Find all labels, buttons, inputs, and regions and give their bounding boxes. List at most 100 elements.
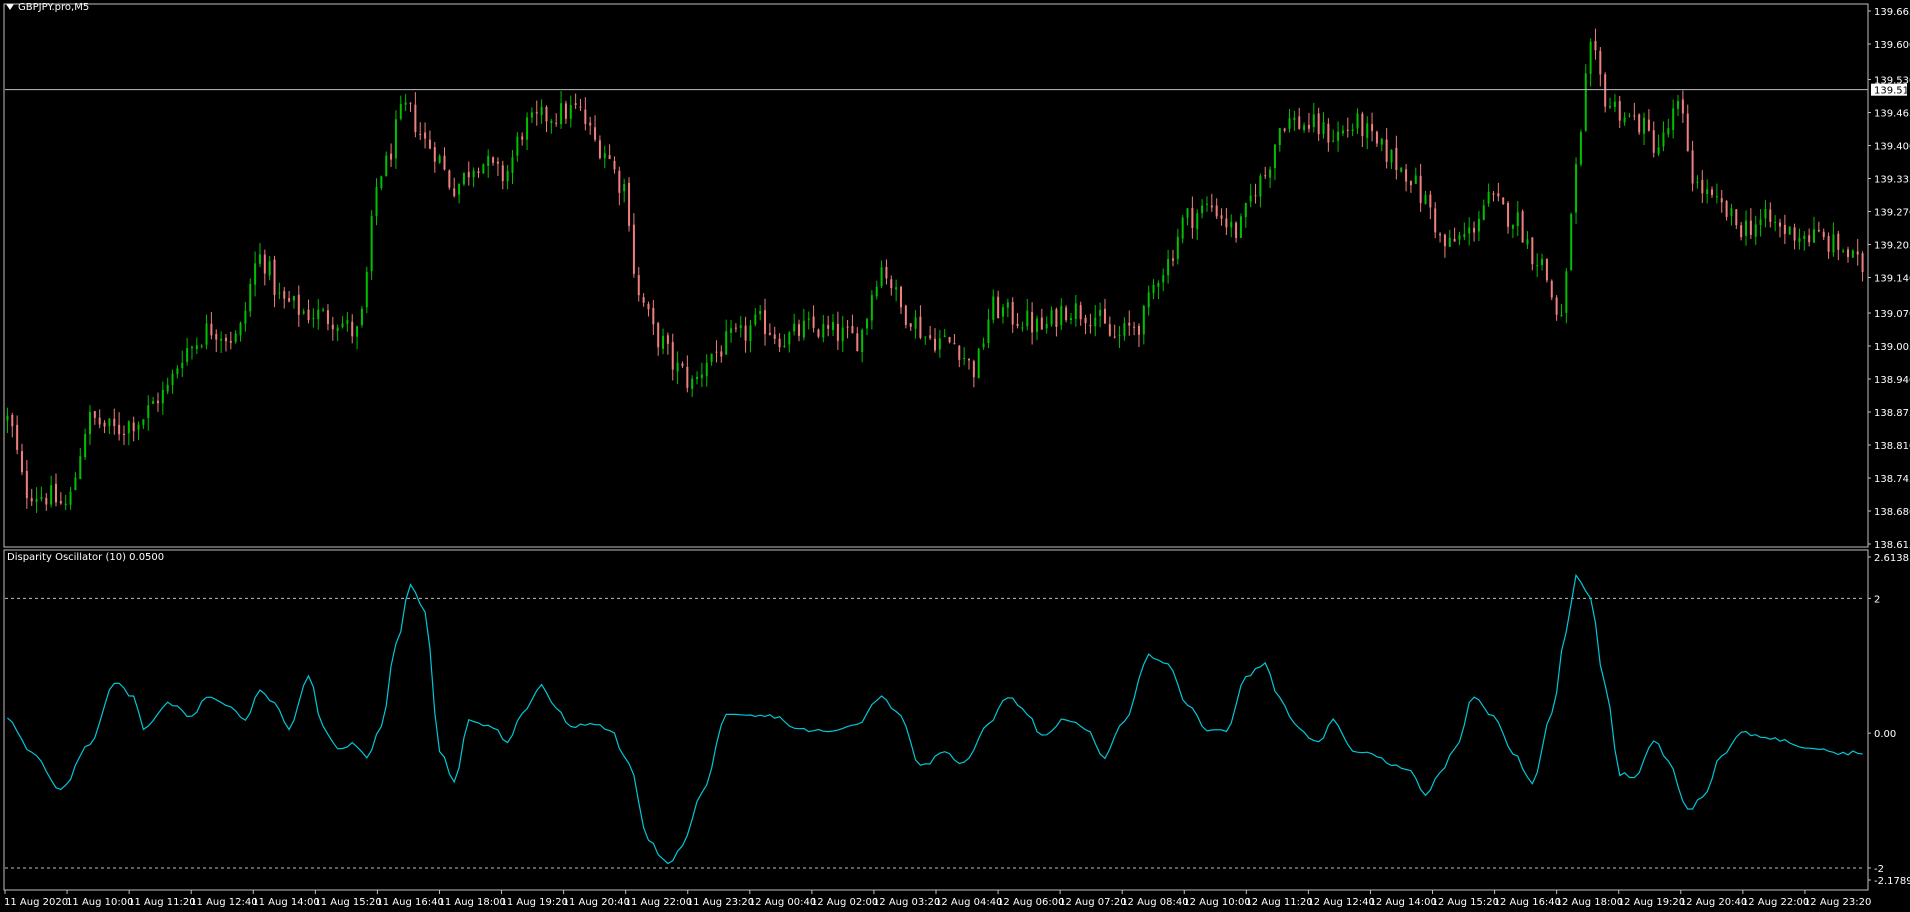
- candle-body: [938, 338, 941, 350]
- candle-body: [1798, 237, 1801, 242]
- candle-body: [982, 343, 985, 348]
- candle-body: [331, 324, 334, 330]
- price-tick-label: 139.140: [1874, 274, 1910, 285]
- candle-body: [1273, 144, 1276, 169]
- candle-body: [1497, 193, 1500, 197]
- candle-body: [487, 155, 490, 166]
- candle-body: [773, 334, 776, 339]
- chart-canvas[interactable]: 139.665139.600139.530139.465139.400139.3…: [0, 0, 1910, 912]
- candle-body: [1346, 129, 1349, 131]
- candle-body: [1380, 138, 1383, 145]
- candle-body: [1312, 114, 1315, 127]
- candle-body: [1487, 192, 1490, 204]
- price-tick-label: 138.680: [1874, 507, 1910, 518]
- candle-body: [79, 456, 82, 480]
- candle-body: [1215, 205, 1218, 217]
- candle-body: [516, 136, 519, 156]
- candle-body: [1351, 129, 1354, 132]
- candle-body: [851, 326, 854, 334]
- candle-body: [802, 320, 805, 338]
- candle-body: [589, 122, 592, 126]
- candle-body: [744, 325, 747, 341]
- time-tick-label: 12 Aug 15:20: [1432, 897, 1499, 908]
- candle-body: [749, 325, 752, 342]
- candle-body: [98, 417, 101, 425]
- candle-body: [1283, 128, 1286, 131]
- candle-body: [1220, 215, 1223, 219]
- candle-body: [1123, 323, 1126, 336]
- candle-body: [1647, 119, 1650, 131]
- candle-body: [564, 103, 567, 119]
- candle-body: [118, 424, 121, 435]
- candle-body: [1570, 214, 1573, 271]
- candle-body: [1740, 225, 1743, 238]
- candle-body: [1453, 238, 1456, 242]
- candle-body: [652, 307, 655, 325]
- candle-body: [1861, 253, 1864, 273]
- candle-body: [88, 411, 91, 435]
- candle-body: [817, 329, 820, 337]
- candle-body: [987, 319, 990, 343]
- candle-body: [929, 335, 932, 339]
- oscillator-tick-label: -2: [1874, 864, 1884, 875]
- candle-body: [953, 343, 956, 345]
- candle-body: [822, 324, 825, 338]
- candle-body: [84, 434, 87, 458]
- price-tick-label: 139.600: [1874, 40, 1910, 51]
- symbol-label[interactable]: GBPJPY.pro,M5: [6, 2, 89, 13]
- candle-body: [598, 140, 601, 159]
- candle-body: [686, 366, 689, 388]
- candle-body: [1317, 113, 1320, 135]
- candle-body: [273, 259, 276, 296]
- candle-body: [1152, 284, 1155, 293]
- candle-body: [671, 342, 674, 370]
- candle-body: [1468, 227, 1471, 234]
- candle-body: [1808, 235, 1811, 243]
- candle-body: [1171, 258, 1174, 261]
- candle-body: [258, 254, 261, 264]
- time-tick-label: 11 Aug 12:40: [190, 897, 257, 908]
- time-tick-label: 12 Aug 04:40: [935, 897, 1002, 908]
- candle-body: [1210, 205, 1213, 208]
- candle-body: [482, 164, 485, 174]
- time-tick-label: 12 Aug 16:40: [1494, 897, 1561, 908]
- candle-body: [1385, 139, 1388, 162]
- dropdown-triangle-icon[interactable]: [6, 4, 14, 10]
- candle-body: [725, 331, 728, 355]
- price-tick-label: 139.335: [1874, 175, 1910, 186]
- candle-body: [1851, 250, 1854, 258]
- candle-body: [1623, 117, 1626, 123]
- candle-body: [385, 155, 388, 177]
- candle-body: [137, 424, 140, 430]
- candle-body: [1749, 220, 1752, 235]
- candle-body: [297, 294, 300, 315]
- candle-body: [1137, 325, 1140, 335]
- candle-body: [1133, 326, 1136, 328]
- candle-body: [1162, 275, 1165, 283]
- candle-body: [399, 104, 402, 119]
- candle-body: [1643, 117, 1646, 134]
- candle-body: [278, 292, 281, 294]
- candle-body: [50, 485, 53, 505]
- candle-body: [1031, 312, 1034, 333]
- candle-body: [764, 310, 767, 335]
- candle-body: [1424, 194, 1427, 204]
- candle-body: [700, 374, 703, 378]
- candle-body: [74, 477, 77, 491]
- price-tick-label: 138.745: [1874, 474, 1910, 485]
- candle-body: [1526, 239, 1529, 245]
- candle-body: [560, 103, 563, 125]
- candle-body: [210, 323, 213, 336]
- candle-body: [200, 345, 203, 347]
- candle-body: [768, 332, 771, 335]
- candle-body: [1803, 235, 1806, 239]
- candle-body: [909, 323, 912, 327]
- candle-body: [1473, 227, 1476, 233]
- time-tick-label: 12 Aug 00:40: [749, 897, 816, 908]
- candle-body: [1390, 149, 1393, 163]
- candle-body: [1298, 116, 1301, 129]
- candle-body: [20, 451, 23, 473]
- candle-body: [1584, 73, 1587, 131]
- candle-body: [1157, 283, 1160, 287]
- candle-body: [870, 295, 873, 321]
